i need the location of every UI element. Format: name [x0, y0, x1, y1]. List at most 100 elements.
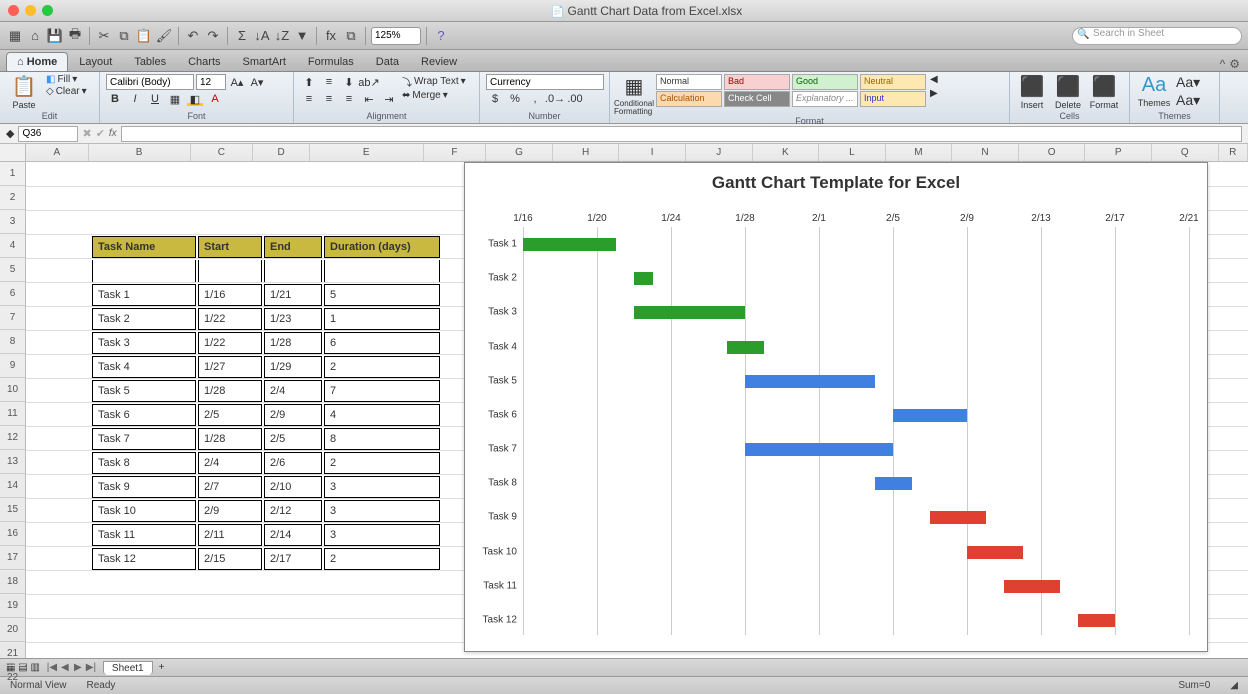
table-cell[interactable]: 2/4 [264, 380, 322, 402]
table-cell[interactable]: 1 [324, 308, 440, 330]
table-cell[interactable]: 2/9 [264, 404, 322, 426]
table-cell[interactable]: 1/29 [264, 356, 322, 378]
table-cell[interactable]: 5 [324, 284, 440, 306]
sheet-first-icon[interactable]: |◀ [46, 662, 58, 673]
table-cell[interactable]: 1/22 [198, 332, 262, 354]
gantt-bar[interactable] [745, 443, 893, 456]
fx-label[interactable]: fx [109, 128, 117, 139]
worksheet-grid[interactable]: 12345678910111213141516171819202122 ABCD… [0, 144, 1248, 658]
underline-button[interactable]: U [146, 91, 164, 107]
font-color-icon[interactable]: A [206, 91, 224, 107]
indent-increase-icon[interactable]: ⇥ [380, 91, 398, 107]
currency-icon[interactable]: $ [486, 91, 504, 107]
align-middle-icon[interactable]: ≡ [320, 74, 338, 90]
row-header[interactable]: 2 [0, 186, 25, 210]
sort-asc-icon[interactable]: ↓A [253, 27, 271, 45]
copy-icon[interactable]: ⧉ [115, 27, 133, 45]
row-header[interactable]: 13 [0, 450, 25, 474]
table-cell[interactable]: Task 2 [92, 308, 196, 330]
row-header[interactable]: 4 [0, 234, 25, 258]
format-button[interactable]: ⬛Format [1088, 74, 1120, 110]
print-icon[interactable]: 🖶 [66, 27, 84, 45]
row-header[interactable]: 3 [0, 210, 25, 234]
tab-home[interactable]: ⌂ Home [6, 52, 68, 71]
col-header[interactable]: I [619, 144, 686, 161]
table-cell[interactable]: Task 4 [92, 356, 196, 378]
cut-icon[interactable]: ✂ [95, 27, 113, 45]
paste-icon[interactable]: 📋 [135, 27, 153, 45]
maximize-icon[interactable] [42, 5, 53, 16]
col-header[interactable]: G [486, 144, 553, 161]
increase-decimal-icon[interactable]: .00 [566, 91, 584, 107]
add-sheet-icon[interactable]: + [159, 662, 165, 673]
style-calculation[interactable]: Calculation [656, 91, 722, 107]
save-icon[interactable]: 💾 [46, 27, 64, 45]
delete-button[interactable]: ⬛Delete [1052, 74, 1084, 110]
sheet-prev-icon[interactable]: ◀ [59, 662, 71, 673]
filter-icon[interactable]: ▼ [293, 27, 311, 45]
table-cell[interactable]: 1/28 [264, 332, 322, 354]
table-cell[interactable]: 7 [324, 380, 440, 402]
sheet-next-icon[interactable]: ▶ [72, 662, 84, 673]
font-name-combo[interactable] [106, 74, 194, 90]
decrease-decimal-icon[interactable]: .0→ [546, 91, 564, 107]
col-header[interactable]: J [686, 144, 753, 161]
sort-desc-icon[interactable]: ↓Z [273, 27, 291, 45]
col-header[interactable]: K [753, 144, 820, 161]
indent-decrease-icon[interactable]: ⇤ [360, 91, 378, 107]
conditional-formatting-button[interactable]: ▦Conditional Formatting [616, 74, 652, 116]
table-cell[interactable]: 2/6 [264, 452, 322, 474]
gantt-bar[interactable] [634, 272, 653, 285]
table-cell[interactable]: Task 11 [92, 524, 196, 546]
table-cell[interactable]: 8 [324, 428, 440, 450]
col-header[interactable]: N [952, 144, 1019, 161]
row-header[interactable]: 7 [0, 306, 25, 330]
collapse-icon[interactable]: ◆ [6, 127, 14, 140]
table-cell[interactable]: 1/16 [198, 284, 262, 306]
minimize-icon[interactable] [25, 5, 36, 16]
gantt-bar[interactable] [727, 341, 764, 354]
tab-review[interactable]: Review [410, 52, 468, 71]
align-left-icon[interactable]: ≡ [300, 91, 318, 107]
percent-icon[interactable]: % [506, 91, 524, 107]
tab-smartart[interactable]: SmartArt [232, 52, 297, 71]
row-header[interactable]: 21 [0, 642, 25, 666]
col-header[interactable]: Q [1152, 144, 1219, 161]
table-cell[interactable]: 1/22 [198, 308, 262, 330]
col-header[interactable]: F [424, 144, 487, 161]
number-format-combo[interactable] [486, 74, 604, 90]
select-all-corner[interactable] [0, 144, 25, 162]
table-cell[interactable]: Task 7 [92, 428, 196, 450]
gantt-bar[interactable] [745, 375, 875, 388]
autosum-icon[interactable]: Σ [233, 27, 251, 45]
zoom-combo[interactable] [371, 27, 421, 45]
table-cell[interactable]: 1/28 [198, 428, 262, 450]
table-cell[interactable]: 1/28 [198, 380, 262, 402]
table-cell[interactable]: Task 3 [92, 332, 196, 354]
gantt-bar[interactable] [1078, 614, 1115, 627]
row-header[interactable]: 14 [0, 474, 25, 498]
align-bottom-icon[interactable]: ⬇ [340, 74, 358, 90]
ribbon-collapse-icon[interactable]: ^ [1220, 57, 1226, 71]
row-header[interactable]: 12 [0, 426, 25, 450]
insert-button[interactable]: ⬛Insert [1016, 74, 1048, 110]
undo-icon[interactable]: ↶ [184, 27, 202, 45]
style-input[interactable]: Input [860, 91, 926, 107]
row-header[interactable]: 22 [0, 666, 25, 690]
italic-button[interactable]: I [126, 91, 144, 107]
style-good[interactable]: Good [792, 74, 858, 90]
increase-font-icon[interactable]: A▴ [228, 74, 246, 90]
comma-icon[interactable]: , [526, 91, 544, 107]
row-header[interactable]: 8 [0, 330, 25, 354]
gear-icon[interactable]: ⚙ [1229, 57, 1240, 71]
row-header[interactable]: 10 [0, 378, 25, 402]
theme-fonts-icon[interactable]: Aa▾ [1176, 92, 1200, 109]
table-cell[interactable]: Task 6 [92, 404, 196, 426]
table-cell[interactable]: 3 [324, 500, 440, 522]
search-input[interactable]: Search in Sheet [1072, 27, 1242, 45]
table-cell[interactable]: 2/15 [198, 548, 262, 570]
style-neutral[interactable]: Neutral [860, 74, 926, 90]
clear-icon[interactable]: ◇ [46, 86, 54, 97]
gantt-bar[interactable] [634, 306, 745, 319]
style-normal[interactable]: Normal [656, 74, 722, 90]
